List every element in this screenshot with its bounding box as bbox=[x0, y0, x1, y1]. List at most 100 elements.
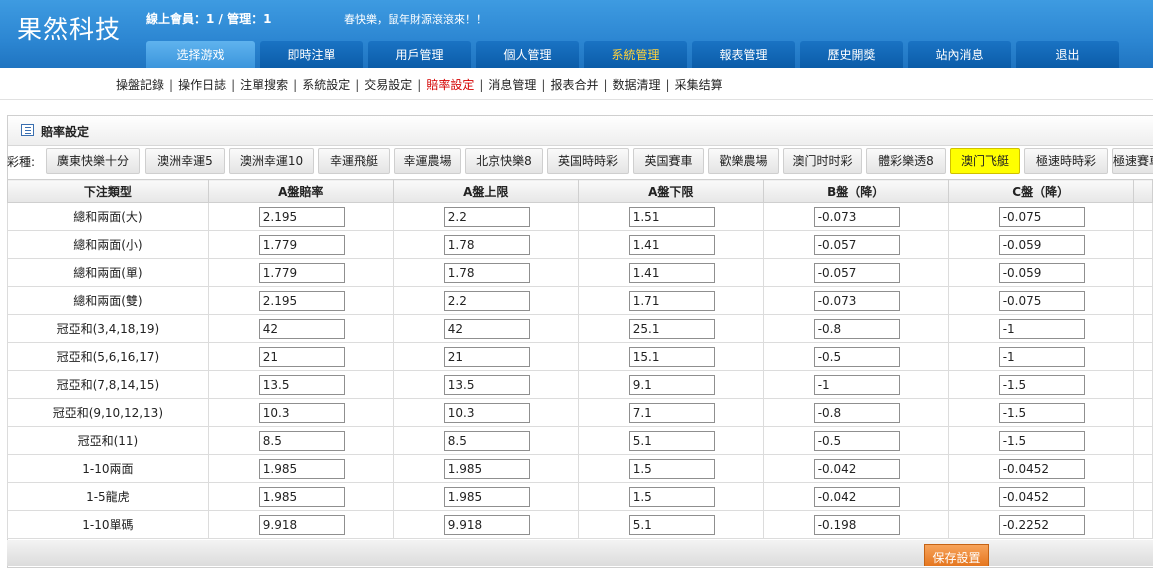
tab-report-manage[interactable]: 報表管理 bbox=[692, 41, 795, 68]
subnav-report-merge[interactable]: 报表合并 bbox=[550, 78, 598, 92]
row-filler bbox=[1132, 286, 1153, 315]
a-max-input[interactable] bbox=[443, 458, 530, 479]
lottery-button-active[interactable]: 澳门飞艇 bbox=[950, 148, 1020, 174]
b-discount-input[interactable] bbox=[813, 430, 900, 451]
odds-cell bbox=[762, 258, 949, 287]
a-max-input[interactable] bbox=[443, 514, 530, 535]
a-odds-input[interactable] bbox=[258, 318, 345, 339]
a-odds-input[interactable] bbox=[258, 486, 345, 507]
c-discount-input[interactable] bbox=[998, 290, 1085, 311]
a-min-input[interactable] bbox=[628, 486, 715, 507]
b-discount-input[interactable] bbox=[813, 346, 900, 367]
a-min-input[interactable] bbox=[628, 234, 715, 255]
a-odds-input[interactable] bbox=[258, 402, 345, 423]
b-discount-input[interactable] bbox=[813, 514, 900, 535]
subnav-data-cleanup[interactable]: 数据清理 bbox=[613, 78, 661, 92]
a-min-input[interactable] bbox=[628, 402, 715, 423]
a-max-input[interactable] bbox=[443, 290, 530, 311]
c-discount-input[interactable] bbox=[998, 486, 1085, 507]
a-odds-input[interactable] bbox=[258, 234, 345, 255]
subnav-operation-log[interactable]: 操作日誌 bbox=[178, 78, 226, 92]
a-max-input[interactable] bbox=[443, 402, 530, 423]
a-max-input[interactable] bbox=[443, 206, 530, 227]
lottery-button[interactable]: 極速賽車 bbox=[1112, 148, 1153, 174]
a-min-input[interactable] bbox=[628, 458, 715, 479]
lottery-button[interactable]: 澳洲幸運5 bbox=[145, 148, 225, 174]
lottery-button[interactable]: 澳洲幸運10 bbox=[229, 148, 314, 174]
c-discount-input[interactable] bbox=[998, 430, 1085, 451]
b-discount-input[interactable] bbox=[813, 402, 900, 423]
a-max-input[interactable] bbox=[443, 374, 530, 395]
a-max-input[interactable] bbox=[443, 346, 530, 367]
a-odds-input[interactable] bbox=[258, 262, 345, 283]
a-max-input[interactable] bbox=[443, 262, 530, 283]
a-max-input[interactable] bbox=[443, 318, 530, 339]
table-row: 冠亞和(7,8,14,15) bbox=[7, 370, 1153, 399]
c-discount-input[interactable] bbox=[998, 402, 1085, 423]
subnav-collect-settle[interactable]: 采集结算 bbox=[675, 78, 723, 92]
subnav-system-settings[interactable]: 系統設定 bbox=[302, 78, 350, 92]
separator: | bbox=[169, 78, 174, 92]
lottery-button[interactable]: 幸運農場 bbox=[394, 148, 461, 174]
c-discount-input[interactable] bbox=[998, 262, 1085, 283]
a-min-input[interactable] bbox=[628, 346, 715, 367]
lottery-button[interactable]: 英国時時彩 bbox=[547, 148, 629, 174]
lottery-button[interactable]: 北京快樂8 bbox=[465, 148, 543, 174]
a-odds-input[interactable] bbox=[258, 514, 345, 535]
lottery-button[interactable]: 廣東快樂十分 bbox=[46, 148, 140, 174]
b-discount-input[interactable] bbox=[813, 234, 900, 255]
a-min-input[interactable] bbox=[628, 514, 715, 535]
subnav-trade-log[interactable]: 操盤記錄 bbox=[116, 78, 164, 92]
tab-logout[interactable]: 退出 bbox=[1016, 41, 1119, 68]
a-min-input[interactable] bbox=[628, 206, 715, 227]
a-odds-input[interactable] bbox=[258, 458, 345, 479]
b-discount-input[interactable] bbox=[813, 318, 900, 339]
c-discount-input[interactable] bbox=[998, 346, 1085, 367]
tab-personal-manage[interactable]: 個人管理 bbox=[476, 41, 579, 68]
a-max-input[interactable] bbox=[443, 486, 530, 507]
subnav-trade-settings[interactable]: 交易設定 bbox=[364, 78, 412, 92]
a-odds-input[interactable] bbox=[258, 290, 345, 311]
column-header: B盤（降） bbox=[762, 179, 949, 203]
b-discount-input[interactable] bbox=[813, 486, 900, 507]
a-min-input[interactable] bbox=[628, 290, 715, 311]
b-discount-input[interactable] bbox=[813, 458, 900, 479]
c-discount-input[interactable] bbox=[998, 374, 1085, 395]
lottery-button[interactable]: 體彩樂透8 bbox=[866, 148, 946, 174]
lottery-button[interactable]: 歡樂農場 bbox=[708, 148, 779, 174]
separator: | bbox=[231, 78, 236, 92]
a-odds-input[interactable] bbox=[258, 206, 345, 227]
b-discount-input[interactable] bbox=[813, 290, 900, 311]
subnav-bet-search[interactable]: 注單搜索 bbox=[240, 78, 288, 92]
subnav-odds-settings[interactable]: 賠率設定 bbox=[426, 78, 474, 92]
a-odds-input[interactable] bbox=[258, 374, 345, 395]
c-discount-input[interactable] bbox=[998, 206, 1085, 227]
a-min-input[interactable] bbox=[628, 318, 715, 339]
a-min-input[interactable] bbox=[628, 374, 715, 395]
a-min-input[interactable] bbox=[628, 262, 715, 283]
lottery-button[interactable]: 英国賽車 bbox=[633, 148, 704, 174]
a-max-input[interactable] bbox=[443, 234, 530, 255]
a-odds-input[interactable] bbox=[258, 430, 345, 451]
tab-system-manage[interactable]: 系統管理 bbox=[584, 41, 687, 68]
c-discount-input[interactable] bbox=[998, 234, 1085, 255]
tab-draw-history[interactable]: 歷史開獎 bbox=[800, 41, 903, 68]
b-discount-input[interactable] bbox=[813, 206, 900, 227]
a-max-input[interactable] bbox=[443, 430, 530, 451]
c-discount-input[interactable] bbox=[998, 514, 1085, 535]
b-discount-input[interactable] bbox=[813, 374, 900, 395]
lottery-button[interactable]: 極速時時彩 bbox=[1024, 148, 1108, 174]
lottery-button[interactable]: 澳门时时彩 bbox=[783, 148, 862, 174]
subnav-message-manage[interactable]: 消息管理 bbox=[488, 78, 536, 92]
save-settings-button[interactable]: 保存設置 bbox=[924, 544, 989, 566]
tab-site-messages[interactable]: 站內消息 bbox=[908, 41, 1011, 68]
a-odds-input[interactable] bbox=[258, 346, 345, 367]
c-discount-input[interactable] bbox=[998, 318, 1085, 339]
tab-select-game[interactable]: 选择游戏 bbox=[146, 41, 255, 68]
b-discount-input[interactable] bbox=[813, 262, 900, 283]
lottery-button[interactable]: 幸運飛艇 bbox=[318, 148, 390, 174]
a-min-input[interactable] bbox=[628, 430, 715, 451]
tab-live-bets[interactable]: 即時注單 bbox=[260, 41, 363, 68]
c-discount-input[interactable] bbox=[998, 458, 1085, 479]
tab-user-manage[interactable]: 用戶管理 bbox=[368, 41, 471, 68]
